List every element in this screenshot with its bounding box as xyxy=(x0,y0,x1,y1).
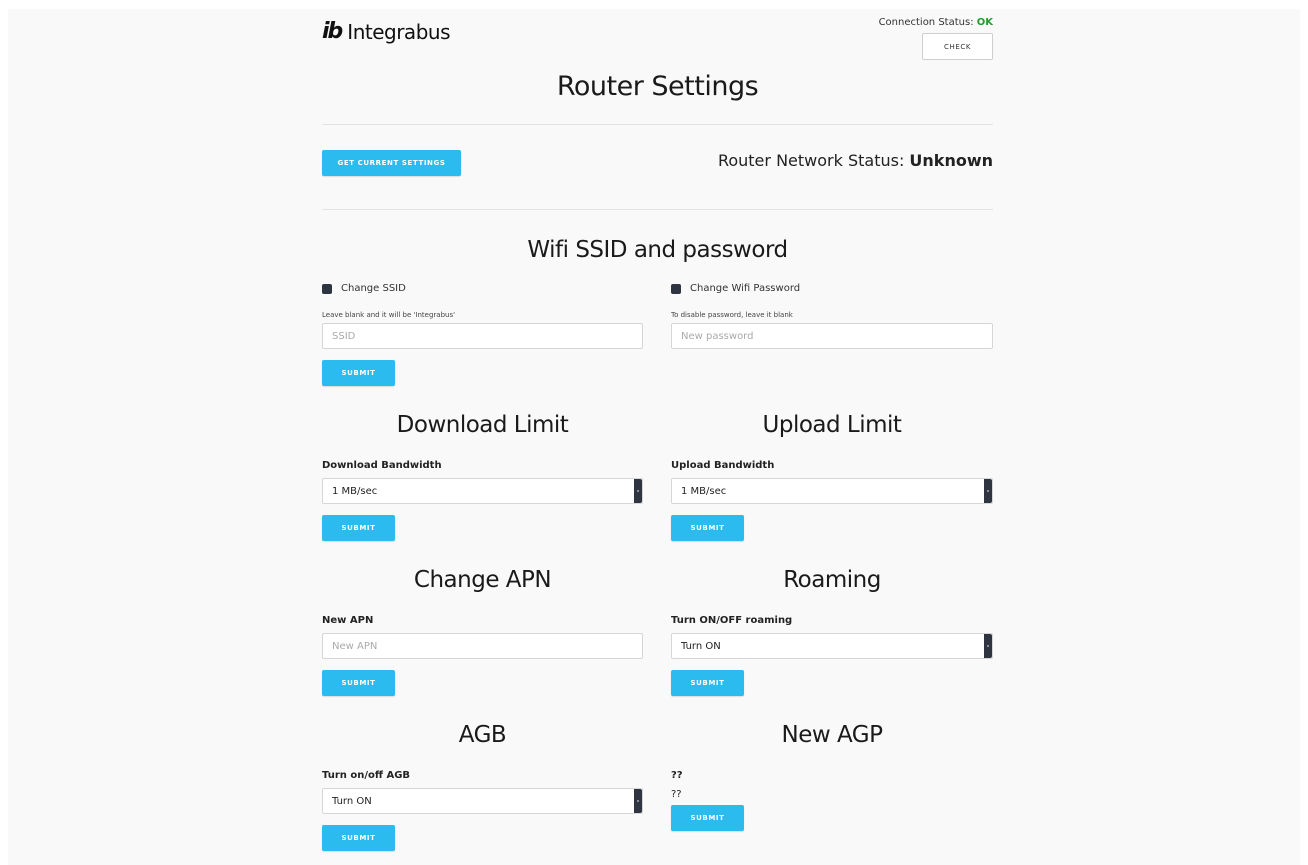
network-status-value: Unknown xyxy=(909,151,993,170)
change-password-label: Change Wifi Password xyxy=(690,283,801,294)
change-apn-title: Change APN xyxy=(413,567,552,593)
connection-status-label: Connection Status: xyxy=(878,17,977,28)
agp-value: ?? xyxy=(671,789,682,800)
select-handle-icon[interactable] xyxy=(634,789,642,813)
download-bandwidth-select[interactable]: 1 MB/sec xyxy=(322,478,643,504)
roaming-select[interactable]: Turn ON xyxy=(671,633,993,659)
connection-status-value: OK xyxy=(976,17,993,28)
apn-submit-button[interactable]: SUBMIT xyxy=(322,670,395,696)
select-handle-icon[interactable] xyxy=(634,479,642,503)
password-input[interactable]: New password xyxy=(671,323,993,349)
connection-status: Connection Status: OK xyxy=(879,17,993,28)
roaming-submit-button[interactable]: SUBMIT xyxy=(671,670,744,696)
divider xyxy=(322,124,993,125)
brand-logo[interactable]: ib Integrabus xyxy=(322,19,450,44)
download-limit-title: Download Limit xyxy=(396,412,569,438)
select-handle-icon[interactable] xyxy=(984,634,992,658)
roaming-label: Turn ON/OFF roaming xyxy=(671,615,793,626)
agp-submit-button[interactable]: SUBMIT xyxy=(671,805,744,831)
brand-name: Integrabus xyxy=(347,19,450,44)
password-hint: To disable password, leave it blank xyxy=(671,311,793,319)
agp-label: ?? xyxy=(671,770,683,781)
main-container: ib Integrabus Connection Status: OK CHEC… xyxy=(322,9,993,865)
wifi-submit-button[interactable]: SUBMIT xyxy=(322,360,395,386)
roaming-title: Roaming xyxy=(783,567,881,593)
agb-select[interactable]: Turn ON xyxy=(322,788,643,814)
page-title: Router Settings xyxy=(556,71,759,102)
new-apn-input[interactable]: New APN xyxy=(322,633,643,659)
agb-submit-button[interactable]: SUBMIT xyxy=(322,825,395,851)
change-password-checkbox[interactable] xyxy=(671,283,681,294)
download-bandwidth-value: 1 MB/sec xyxy=(332,485,378,497)
select-handle-icon[interactable] xyxy=(984,479,992,503)
change-ssid-checkbox-row[interactable]: Change SSID xyxy=(322,283,406,294)
agb-label: Turn on/off AGB xyxy=(322,770,411,781)
download-bandwidth-label: Download Bandwidth xyxy=(322,460,442,471)
ssid-hint: Leave blank and it will be 'Integrabus' xyxy=(322,311,456,319)
change-ssid-label: Change SSID xyxy=(341,283,406,294)
agb-title: AGB xyxy=(458,722,507,748)
upload-bandwidth-label: Upload Bandwidth xyxy=(671,460,775,471)
upload-limit-title: Upload Limit xyxy=(762,412,902,438)
roaming-value: Turn ON xyxy=(681,640,721,652)
get-current-settings-button[interactable]: GET CURRENT SETTINGS xyxy=(322,150,461,176)
brand-mark: ib xyxy=(322,19,343,44)
download-submit-button[interactable]: SUBMIT xyxy=(322,515,395,541)
upload-bandwidth-value: 1 MB/sec xyxy=(681,485,727,497)
check-connection-button[interactable]: CHECK xyxy=(922,33,993,60)
upload-bandwidth-select[interactable]: 1 MB/sec xyxy=(671,478,993,504)
page-background: ib Integrabus Connection Status: OK CHEC… xyxy=(8,9,1300,865)
ssid-input[interactable]: SSID xyxy=(322,323,643,349)
divider xyxy=(322,209,993,210)
new-agp-title: New AGP xyxy=(781,722,884,748)
change-password-checkbox-row[interactable]: Change Wifi Password xyxy=(671,283,800,294)
router-network-status: Router Network Status: Unknown xyxy=(718,151,993,170)
network-status-label: Router Network Status: xyxy=(717,151,910,170)
change-ssid-checkbox[interactable] xyxy=(322,283,332,294)
agb-value: Turn ON xyxy=(332,795,372,807)
upload-submit-button[interactable]: SUBMIT xyxy=(671,515,744,541)
new-apn-label: New APN xyxy=(322,615,374,626)
wifi-section-title: Wifi SSID and password xyxy=(527,237,788,263)
